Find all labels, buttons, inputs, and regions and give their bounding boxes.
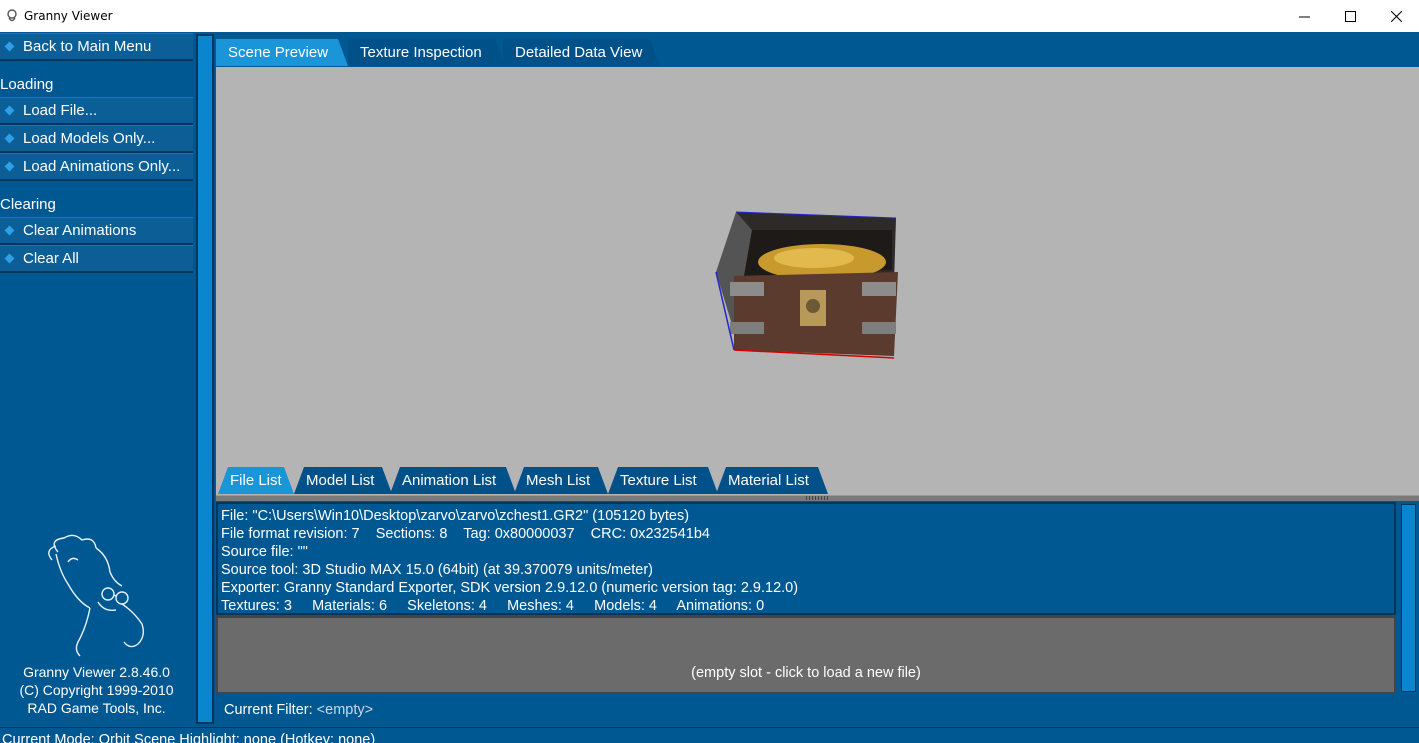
splitter-grip-icon [806,496,830,500]
clear-all-button[interactable]: Clear All [0,245,193,273]
tab-animation-list[interactable]: Animation List [390,467,516,494]
bullet-icon [4,225,15,236]
load-file-label: Load File... [23,102,98,119]
about-copyright: (C) Copyright 1999-2010 [19,682,174,698]
about-version: Granny Viewer 2.8.46.0 [23,664,170,680]
bullet-icon [4,133,15,144]
about-company: RAD Game Tools, Inc. [27,700,166,716]
file-list-scrollbar[interactable] [1398,502,1419,694]
clear-all-label: Clear All [23,250,79,267]
empty-slot-message: (empty slot - click to load a new file) [691,665,921,681]
back-to-main-menu-button[interactable]: Back to Main Menu [0,33,193,61]
bullet-icon [4,105,15,116]
bullet-icon [4,253,15,264]
load-models-only-button[interactable]: Load Models Only... [0,125,193,153]
maximize-icon [1344,10,1356,22]
sidebar: Back to Main Menu Loading Load File... L… [0,32,193,726]
close-icon [1390,10,1402,22]
file-info-revision: File format revision: 7 Sections: 8 Tag:… [221,526,710,542]
minimize-icon [1298,16,1310,17]
panel-splitter[interactable] [216,495,1419,501]
granny-mascot-logo [48,534,145,657]
tab-texture-list[interactable]: Texture List [608,467,718,494]
filter-label: Current Filter: [224,702,313,718]
loading-header: Loading [0,76,54,93]
tab-file-list[interactable]: File List [218,467,294,494]
file-info-source-tool: Source tool: 3D Studio MAX 15.0 (64bit) … [221,562,654,578]
tab-scene-preview[interactable]: Scene Preview [216,39,348,66]
clear-animations-button[interactable]: Clear Animations [0,217,193,245]
tab-model-list[interactable]: Model List [294,467,392,494]
load-animations-label: Load Animations Only... [23,158,181,175]
empty-file-slot[interactable]: (empty slot - click to load a new file) [216,616,1396,694]
load-file-button[interactable]: Load File... [0,97,193,125]
sidebar-splitter[interactable] [196,34,214,724]
lower-tab-bar: File List Model List Animation List Mesh… [216,465,1419,495]
tab-texture-inspection[interactable]: Texture Inspection [348,39,505,66]
maximize-button[interactable] [1327,0,1373,32]
file-info-source-file: Source file: "" [221,544,308,560]
file-info-path: File: "C:\Users\Win10\Desktop\zarvo\zarv… [221,508,690,524]
file-info-exporter: Exporter: Granny Standard Exporter, SDK … [221,580,799,596]
filter-value[interactable]: <empty> [317,702,373,718]
minimize-button[interactable] [1281,0,1327,32]
back-label: Back to Main Menu [23,38,152,55]
load-models-label: Load Models Only... [23,130,156,147]
tab-detailed-data-view[interactable]: Detailed Data View [503,39,660,66]
tab-material-list[interactable]: Material List [716,467,828,494]
top-tab-bar: Scene Preview Texture Inspection Detaile… [214,34,1419,67]
close-button[interactable] [1373,0,1419,32]
filter-bar: Current Filter: <empty> [214,696,1419,724]
file-info-counts: Textures: 3 Materials: 6 Skeletons: 4 Me… [221,598,765,614]
status-bar: Current Mode: Orbit Scene Highlight: non… [0,727,1419,743]
file-info-panel[interactable]: File: "C:\Users\Win10\Desktop\zarvo\zarv… [216,502,1396,615]
clearing-header: Clearing [0,196,56,213]
bullet-icon [4,41,15,52]
scrollbar-thumb[interactable] [1401,504,1416,692]
app-icon [7,9,17,22]
about-text: Granny Viewer 2.8.46.0 (C) Copyright 199… [0,663,193,717]
window-title: Granny Viewer [24,9,113,23]
bullet-icon [4,161,15,172]
load-animations-only-button[interactable]: Load Animations Only... [0,153,193,181]
title-bar: Granny Viewer [0,0,1419,32]
tab-mesh-list[interactable]: Mesh List [514,467,608,494]
treasure-chest-model[interactable] [714,210,900,362]
status-text: Current Mode: Orbit Scene Highlight: non… [2,732,376,743]
clear-animations-label: Clear Animations [23,222,137,239]
